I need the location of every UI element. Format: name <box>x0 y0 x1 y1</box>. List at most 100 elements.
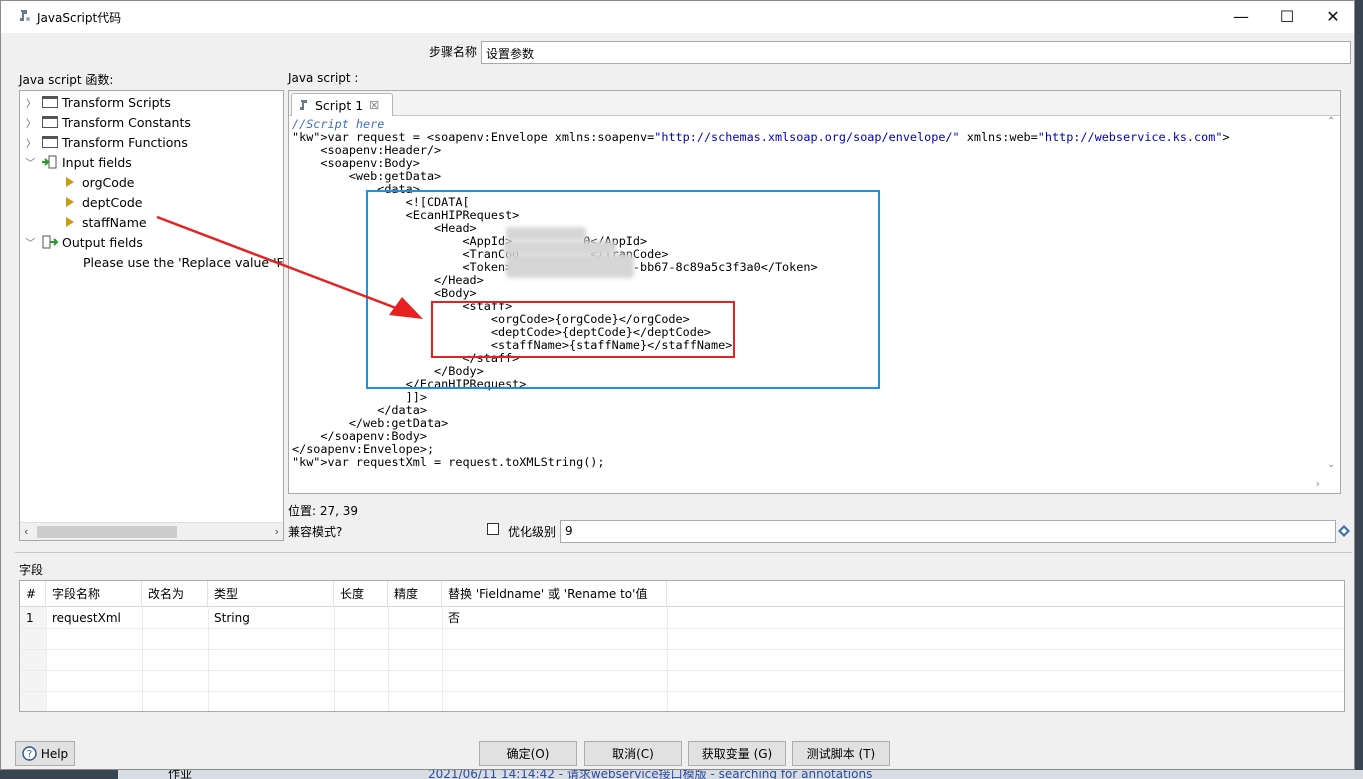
scroll-right-icon[interactable]: › <box>275 525 279 538</box>
step-name-label: 步骤名称 <box>429 45 478 59</box>
help-button[interactable]: ? Help <box>15 741 75 766</box>
staff-highlight-box <box>431 301 735 358</box>
tab-close-icon[interactable]: ☒ <box>369 99 379 112</box>
column-header-replace[interactable]: 替换 'Fieldname' 或 'Rename to'值 <box>442 581 667 606</box>
chevron-down-icon[interactable]: 〉 <box>24 157 39 167</box>
tab-script-1[interactable]: Script 1 ☒ <box>291 93 393 116</box>
script-tab-strip: Script 1 ☒ <box>289 91 1340 116</box>
chevron-right-icon[interactable]: 〉 <box>26 115 36 130</box>
input-fields-icon <box>42 155 57 169</box>
tree-item-input-fields[interactable]: 〉 Input fields <box>24 152 132 172</box>
output-fields-icon <box>42 235 58 249</box>
step-name-input[interactable]: 设置参数 <box>481 41 1351 64</box>
column-header-length[interactable]: 长度 <box>334 581 388 606</box>
table-cell-precision[interactable] <box>388 607 442 628</box>
tree-item-field-staffname[interactable]: staffName <box>66 212 147 232</box>
javascript-dialog: JavaScript代码 — ☐ ✕ 步骤名称 设置参数 Java script… <box>0 0 1355 770</box>
tree-horizontal-scrollbar[interactable]: ‹ › <box>20 522 283 540</box>
window-title: JavaScript代码 <box>37 11 122 25</box>
column-header-index[interactable]: # <box>20 581 46 606</box>
compat-mode-checkbox[interactable] <box>487 523 499 535</box>
field-arrow-icon <box>66 177 74 187</box>
get-variables-button[interactable]: 获取变量 (G) <box>688 741 786 766</box>
table-cell-index: 1 <box>26 610 34 625</box>
tree-item-transform-scripts[interactable]: 〉 Transform Scripts <box>26 92 171 112</box>
scroll-left-icon[interactable]: ‹ <box>24 525 28 538</box>
section-divider <box>15 552 1352 553</box>
tree-item-field-orgcode[interactable]: orgCode <box>66 172 135 192</box>
editor-horizontal-scrollbar[interactable]: › <box>289 477 1324 493</box>
row-divider <box>20 670 1344 671</box>
col-divider <box>208 607 209 711</box>
code-line[interactable]: </web:getData> <box>292 417 1322 430</box>
script-panel-label: Java script : <box>288 71 359 85</box>
compat-mode-label: 兼容模式? <box>288 525 343 539</box>
functions-panel-label: Java script 函数: <box>19 73 114 87</box>
folder-icon <box>42 116 58 128</box>
code-line[interactable]: ]]> <box>292 391 1322 404</box>
tree-item-transform-functions[interactable]: 〉 Transform Functions <box>26 132 188 152</box>
fields-section-label: 字段 <box>19 563 44 577</box>
background-log-line: 2021/06/11 14:14:42 - 请求webservice接口模版 -… <box>428 770 873 779</box>
field-arrow-icon <box>66 197 74 207</box>
editor-vertical-scrollbar[interactable]: ⌃ ⌄ <box>1324 116 1340 476</box>
cancel-button[interactable]: 取消(C) <box>584 741 682 766</box>
col-divider <box>142 607 143 711</box>
test-script-button[interactable]: 测试脚本 (T) <box>792 741 890 766</box>
annotation-arrow-icon <box>156 215 423 319</box>
table-cell-rename[interactable] <box>142 607 208 628</box>
scroll-up-icon[interactable]: ⌃ <box>1327 116 1335 127</box>
column-header-rename[interactable]: 改名为 <box>142 581 208 606</box>
table-cell-length[interactable] <box>334 607 388 628</box>
table-cell-fieldname[interactable]: requestXml <box>46 607 142 628</box>
tree-item-field-deptcode[interactable]: deptCode <box>66 192 142 212</box>
row-divider <box>20 691 1344 692</box>
code-line[interactable]: <web:getData> <box>292 170 1322 183</box>
code-line[interactable]: "kw">var request = <soapenv:Envelope xml… <box>292 131 1322 144</box>
table-cell-type[interactable]: String <box>208 607 334 628</box>
cdata-highlight-box <box>366 190 880 389</box>
help-icon: ? <box>22 746 37 761</box>
variable-diamond-icon[interactable] <box>1338 525 1350 537</box>
script-icon <box>300 99 307 110</box>
col-divider <box>334 607 335 711</box>
col-divider <box>442 607 443 711</box>
scroll-down-icon[interactable]: ⌄ <box>1327 459 1335 470</box>
optimize-level-label: 优化级别 <box>508 525 557 539</box>
chevron-right-icon[interactable]: 〉 <box>26 95 36 110</box>
fields-table[interactable]: # 字段名称 改名为 类型 长度 精度 替换 'Fieldname' 或 'Re… <box>19 580 1345 712</box>
chevron-right-icon[interactable]: 〉 <box>26 135 36 150</box>
tree-scroll-thumb[interactable] <box>37 526 177 538</box>
minimize-button[interactable]: — <box>1218 1 1264 31</box>
column-header-fieldname[interactable]: 字段名称 <box>46 581 142 606</box>
col-divider <box>46 607 47 711</box>
folder-icon <box>42 96 58 108</box>
row-divider <box>20 649 1344 650</box>
cursor-position: 位置: 27, 39 <box>288 504 359 518</box>
chevron-down-icon[interactable]: 〉 <box>24 237 39 247</box>
maximize-button[interactable]: ☐ <box>1264 1 1310 31</box>
ok-button[interactable]: 确定(O) <box>479 741 577 766</box>
col-divider <box>388 607 389 711</box>
close-button[interactable]: ✕ <box>1310 1 1356 31</box>
column-header-type[interactable]: 类型 <box>208 581 334 606</box>
code-line[interactable]: </soapenv:Body> <box>292 430 1322 443</box>
optimize-level-input[interactable]: 9 <box>560 520 1336 543</box>
scroll-right-icon[interactable]: › <box>1316 477 1320 490</box>
javascript-step-icon <box>20 10 30 21</box>
tree-item-output-fields[interactable]: 〉 Output fields <box>24 232 143 252</box>
title-bar: JavaScript代码 — ☐ ✕ <box>1 1 1354 33</box>
folder-icon <box>42 136 58 148</box>
code-line[interactable]: "kw">var requestXml = request.toXMLStrin… <box>292 456 1322 469</box>
code-line[interactable]: <soapenv:Header/> <box>292 144 1322 157</box>
table-cell-replace[interactable]: 否 <box>442 607 667 628</box>
code-line[interactable]: <soapenv:Body> <box>292 157 1322 170</box>
background-log-strip: 作业 2021/06/11 14:14:42 - 请求webservice接口模… <box>118 770 1363 779</box>
col-divider <box>667 607 668 711</box>
svg-text:?: ? <box>27 749 32 760</box>
column-header-precision[interactable]: 精度 <box>388 581 442 606</box>
field-arrow-icon <box>66 217 74 227</box>
tree-item-transform-constants[interactable]: 〉 Transform Constants <box>26 112 191 132</box>
row-divider <box>20 628 1344 629</box>
background-job-label: 作业 <box>168 770 193 779</box>
